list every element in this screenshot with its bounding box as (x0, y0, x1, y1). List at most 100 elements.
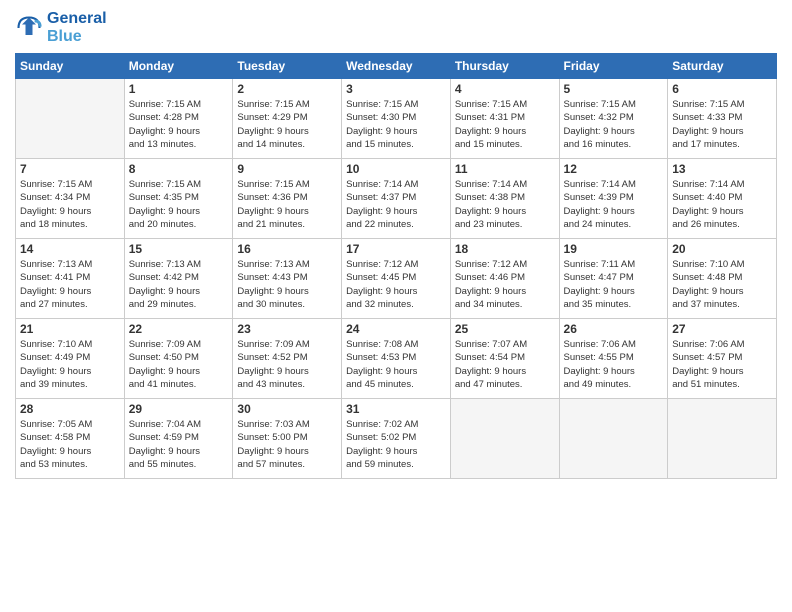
day-info: Sunrise: 7:09 AM Sunset: 4:52 PM Dayligh… (237, 338, 337, 391)
calendar-cell: 20 Sunrise: 7:10 AM Sunset: 4:48 PM Dayli… (668, 239, 777, 319)
day-number: 4 (455, 82, 555, 96)
calendar-cell: 5 Sunrise: 7:15 AM Sunset: 4:32 PM Daylig… (559, 79, 668, 159)
day-info: Sunrise: 7:15 AM Sunset: 4:32 PM Dayligh… (564, 98, 664, 151)
calendar-cell: 11Sunrise: 7:14 AM Sunset: 4:38 PM Dayli… (450, 159, 559, 239)
calendar-cell: 25 Sunrise: 7:07 AM Sunset: 4:54 PM Dayli… (450, 319, 559, 399)
day-info: Sunrise: 7:10 AM Sunset: 4:48 PM Dayligh… (672, 258, 772, 311)
header: General Blue (15, 10, 777, 45)
calendar-cell: 3 Sunrise: 7:15 AM Sunset: 4:30 PM Daylig… (342, 79, 451, 159)
day-number: 20 (672, 242, 772, 256)
day-info: Sunrise: 7:15 AM Sunset: 4:36 PM Dayligh… (237, 178, 337, 231)
day-number: 21 (20, 322, 120, 336)
day-number: 9 (237, 162, 337, 176)
calendar-cell: 2 Sunrise: 7:15 AM Sunset: 4:29 PM Daylig… (233, 79, 342, 159)
calendar-cell (16, 79, 125, 159)
calendar-cell: 29 Sunrise: 7:04 AM Sunset: 4:59 PM Dayli… (124, 399, 233, 479)
day-info: Sunrise: 7:15 AM Sunset: 4:29 PM Dayligh… (237, 98, 337, 151)
calendar-header-monday: Monday (124, 54, 233, 79)
day-number: 7 (20, 162, 120, 176)
calendar-cell: 13 Sunrise: 7:14 AM Sunset: 4:40 PM Dayli… (668, 159, 777, 239)
day-number: 30 (237, 402, 337, 416)
day-info: Sunrise: 7:12 AM Sunset: 4:45 PM Dayligh… (346, 258, 446, 311)
day-info: Sunrise: 7:13 AM Sunset: 4:42 PM Dayligh… (129, 258, 229, 311)
calendar-header-tuesday: Tuesday (233, 54, 342, 79)
calendar-cell: 27 Sunrise: 7:06 AM Sunset: 4:57 PM Dayli… (668, 319, 777, 399)
calendar-cell: 9 Sunrise: 7:15 AM Sunset: 4:36 PM Daylig… (233, 159, 342, 239)
day-info: Sunrise: 7:14 AM Sunset: 4:40 PM Dayligh… (672, 178, 772, 231)
day-info: Sunrise: 7:07 AM Sunset: 4:54 PM Dayligh… (455, 338, 555, 391)
calendar-header-friday: Friday (559, 54, 668, 79)
day-info: Sunrise: 7:14 AM Sunset: 4:38 PM Dayligh… (455, 178, 555, 231)
day-number: 18 (455, 242, 555, 256)
day-number: 13 (672, 162, 772, 176)
calendar-cell (450, 399, 559, 479)
day-info: Sunrise: 7:03 AM Sunset: 5:00 PM Dayligh… (237, 418, 337, 471)
page: General Blue SundayMondayTuesdayWednesda… (0, 0, 792, 489)
calendar-cell: 31 Sunrise: 7:02 AM Sunset: 5:02 PM Dayli… (342, 399, 451, 479)
calendar-week-row: 7 Sunrise: 7:15 AM Sunset: 4:34 PM Daylig… (16, 159, 777, 239)
day-info: Sunrise: 7:10 AM Sunset: 4:49 PM Dayligh… (20, 338, 120, 391)
calendar-cell: 19 Sunrise: 7:11 AM Sunset: 4:47 PM Dayli… (559, 239, 668, 319)
calendar-header-thursday: Thursday (450, 54, 559, 79)
calendar-cell: 7 Sunrise: 7:15 AM Sunset: 4:34 PM Daylig… (16, 159, 125, 239)
day-number: 28 (20, 402, 120, 416)
calendar-cell (668, 399, 777, 479)
calendar-cell: 15 Sunrise: 7:13 AM Sunset: 4:42 PM Dayli… (124, 239, 233, 319)
day-info: Sunrise: 7:06 AM Sunset: 4:57 PM Dayligh… (672, 338, 772, 391)
day-info: Sunrise: 7:04 AM Sunset: 4:59 PM Dayligh… (129, 418, 229, 471)
calendar-cell (559, 399, 668, 479)
calendar-header-saturday: Saturday (668, 54, 777, 79)
calendar-week-row: 28Sunrise: 7:05 AM Sunset: 4:58 PM Dayli… (16, 399, 777, 479)
day-number: 29 (129, 402, 229, 416)
calendar-cell: 28Sunrise: 7:05 AM Sunset: 4:58 PM Dayli… (16, 399, 125, 479)
calendar-header-wednesday: Wednesday (342, 54, 451, 79)
calendar-cell: 23 Sunrise: 7:09 AM Sunset: 4:52 PM Dayli… (233, 319, 342, 399)
day-info: Sunrise: 7:09 AM Sunset: 4:50 PM Dayligh… (129, 338, 229, 391)
day-number: 10 (346, 162, 446, 176)
day-number: 31 (346, 402, 446, 416)
day-info: Sunrise: 7:13 AM Sunset: 4:41 PM Dayligh… (20, 258, 120, 311)
calendar-header-row: SundayMondayTuesdayWednesdayThursdayFrid… (16, 54, 777, 79)
day-number: 26 (564, 322, 664, 336)
day-info: Sunrise: 7:11 AM Sunset: 4:47 PM Dayligh… (564, 258, 664, 311)
calendar-cell: 6 Sunrise: 7:15 AM Sunset: 4:33 PM Daylig… (668, 79, 777, 159)
day-number: 12 (564, 162, 664, 176)
day-info: Sunrise: 7:06 AM Sunset: 4:55 PM Dayligh… (564, 338, 664, 391)
day-number: 19 (564, 242, 664, 256)
day-number: 17 (346, 242, 446, 256)
calendar-cell: 21 Sunrise: 7:10 AM Sunset: 4:49 PM Dayli… (16, 319, 125, 399)
calendar-cell: 26 Sunrise: 7:06 AM Sunset: 4:55 PM Dayli… (559, 319, 668, 399)
calendar-header-sunday: Sunday (16, 54, 125, 79)
day-number: 25 (455, 322, 555, 336)
calendar-cell: 10Sunrise: 7:14 AM Sunset: 4:37 PM Dayli… (342, 159, 451, 239)
day-number: 3 (346, 82, 446, 96)
day-number: 5 (564, 82, 664, 96)
logo-icon (15, 14, 43, 42)
day-info: Sunrise: 7:15 AM Sunset: 4:34 PM Dayligh… (20, 178, 120, 231)
day-info: Sunrise: 7:15 AM Sunset: 4:31 PM Dayligh… (455, 98, 555, 151)
day-info: Sunrise: 7:15 AM Sunset: 4:30 PM Dayligh… (346, 98, 446, 151)
calendar-week-row: 21 Sunrise: 7:10 AM Sunset: 4:49 PM Dayli… (16, 319, 777, 399)
day-info: Sunrise: 7:02 AM Sunset: 5:02 PM Dayligh… (346, 418, 446, 471)
day-number: 14 (20, 242, 120, 256)
calendar-cell: 30 Sunrise: 7:03 AM Sunset: 5:00 PM Dayli… (233, 399, 342, 479)
day-number: 27 (672, 322, 772, 336)
calendar-week-row: 1Sunrise: 7:15 AM Sunset: 4:28 PM Daylig… (16, 79, 777, 159)
day-info: Sunrise: 7:15 AM Sunset: 4:33 PM Dayligh… (672, 98, 772, 151)
day-info: Sunrise: 7:13 AM Sunset: 4:43 PM Dayligh… (237, 258, 337, 311)
day-info: Sunrise: 7:08 AM Sunset: 4:53 PM Dayligh… (346, 338, 446, 391)
logo: General Blue (15, 10, 107, 45)
logo-text: General Blue (47, 10, 107, 45)
calendar-cell: 4 Sunrise: 7:15 AM Sunset: 4:31 PM Daylig… (450, 79, 559, 159)
calendar-week-row: 14 Sunrise: 7:13 AM Sunset: 4:41 PM Dayli… (16, 239, 777, 319)
day-number: 22 (129, 322, 229, 336)
day-number: 23 (237, 322, 337, 336)
calendar-cell: 14 Sunrise: 7:13 AM Sunset: 4:41 PM Dayli… (16, 239, 125, 319)
calendar-cell: 17 Sunrise: 7:12 AM Sunset: 4:45 PM Dayli… (342, 239, 451, 319)
day-number: 15 (129, 242, 229, 256)
calendar-cell: 18Sunrise: 7:12 AM Sunset: 4:46 PM Dayli… (450, 239, 559, 319)
calendar-cell: 16Sunrise: 7:13 AM Sunset: 4:43 PM Dayli… (233, 239, 342, 319)
day-number: 2 (237, 82, 337, 96)
day-number: 6 (672, 82, 772, 96)
day-info: Sunrise: 7:15 AM Sunset: 4:28 PM Dayligh… (129, 98, 229, 151)
